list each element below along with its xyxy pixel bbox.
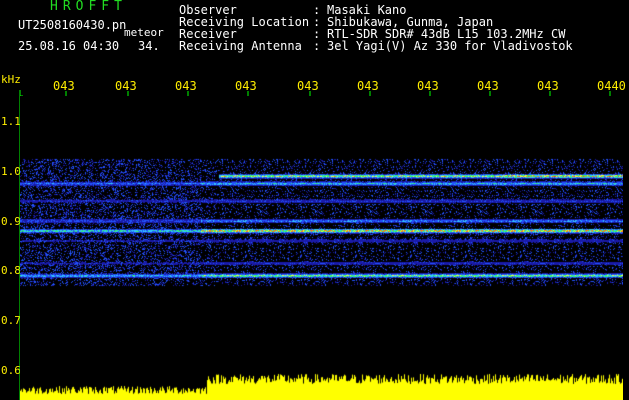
hrofft-screen: HROFFT UT2508160430.pn meteor 25.08.16 0… <box>0 0 629 400</box>
amplitude-strip <box>20 370 623 400</box>
spectrogram-waterfall <box>20 96 623 370</box>
